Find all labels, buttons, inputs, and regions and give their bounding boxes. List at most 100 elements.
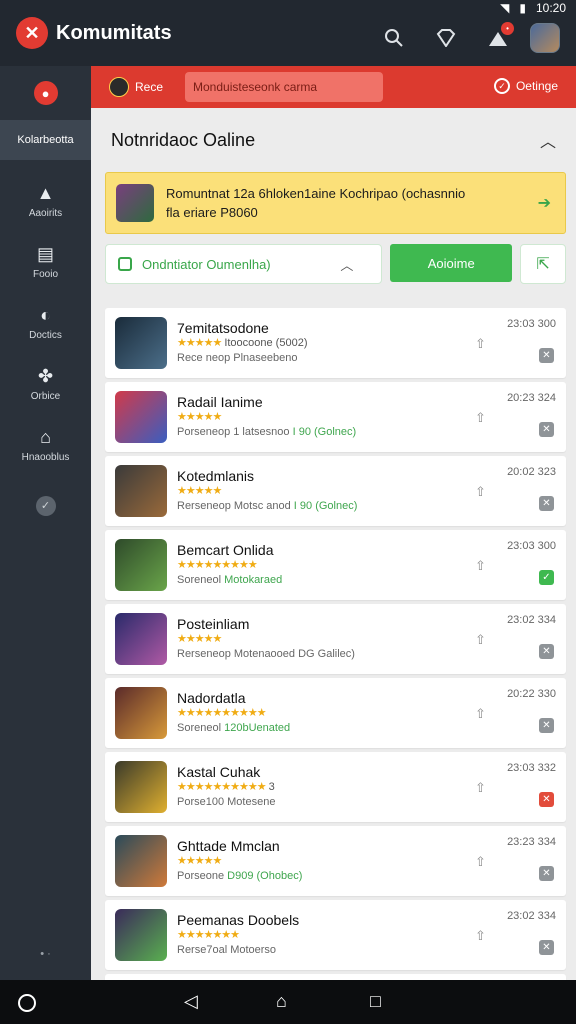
assistant-icon[interactable]: [18, 994, 36, 1012]
filter-select[interactable]: Ondntiator Oumenlha) ︿: [105, 244, 383, 284]
list-item[interactable]: Posteinliam ★★★★★ Rerseneop Motenaooed D…: [105, 604, 566, 674]
sidebar-item-videos[interactable]: ▤ Fooio: [0, 231, 91, 292]
game-info: Nadordatla ★★★★★★★★★★ Soreneol 120bUenat…: [177, 690, 437, 736]
game-sub-highlight: 120bUenated: [224, 722, 291, 734]
game-info: Radail Ianime ★★★★★ Porseneop 1 latsesno…: [177, 394, 437, 440]
bag-icon: ▲: [36, 182, 55, 203]
banner-search-input[interactable]: Monduisteseonk carma: [185, 72, 383, 102]
sidebar-item-orbice[interactable]: ✤ Orbice: [0, 353, 91, 414]
back-icon[interactable]: ◁: [184, 991, 198, 1012]
share-icon[interactable]: ⇧: [475, 410, 486, 426]
game-sub-text: Porse100 Motesene: [177, 796, 276, 808]
list-item[interactable]: Radail Ianime ★★★★★ Porseneop 1 latsesno…: [105, 382, 566, 452]
sidebar-item-label: Aaoirits: [28, 207, 63, 219]
gem-icon[interactable]: [426, 20, 466, 56]
row-action-button[interactable]: ✓: [539, 570, 554, 585]
app-logo-icon[interactable]: ✕: [16, 17, 48, 49]
game-thumbnail: [115, 391, 167, 443]
promo-line1: Romuntnat 12a 6hloken1aine Kochripao (oc…: [166, 186, 466, 201]
home-icon[interactable]: ⌂: [276, 991, 287, 1012]
arrow-right-icon[interactable]: ➔: [538, 193, 551, 213]
sidebar-item-more[interactable]: ✓: [0, 475, 91, 536]
section-header[interactable]: Notnridaoc Oaline ︿: [91, 108, 576, 172]
wifi-icon: ◥: [500, 1, 510, 15]
game-info: Ghttade Mmclan ★★★★★ Porseone D909 (Ohob…: [177, 838, 437, 884]
search-icon[interactable]: [374, 20, 414, 56]
list-item[interactable]: 7emitatsodone ★★★★★ Itoocoone (5002) Rece…: [105, 308, 566, 378]
sidebar-item-docs[interactable]: ◐ Doctics: [0, 292, 91, 353]
sidebar-logo[interactable]: ●: [0, 66, 91, 120]
sidebar-item-house[interactable]: ⌂ Hnaooblus: [0, 414, 91, 475]
share-icon[interactable]: ⇧: [475, 632, 486, 648]
list-item[interactable]: Kastal Cuhak ★★★★★★★★★★ 3 Porse100 Motese…: [105, 752, 566, 822]
game-info: Bemcart Onlida ★★★★★★★★★ Soreneol Motoka…: [177, 542, 437, 588]
share-icon[interactable]: ⇧: [475, 558, 486, 574]
promo-banner[interactable]: Romuntnat 12a 6hloken1aine Kochripao (oc…: [105, 172, 566, 234]
game-time: 23:03 300: [507, 318, 556, 330]
list-item[interactable]: Peemanas Doobels ★★★★★★★ Rerse7oal Motoe…: [105, 900, 566, 970]
gem-icon: ◐: [40, 304, 51, 325]
chevron-up-icon[interactable]: ︿: [540, 128, 556, 152]
game-time: 23:03 332: [507, 762, 556, 774]
stars: ★★★★★: [177, 485, 222, 497]
game-sub-text: Rerse7oal Motoerso: [177, 944, 277, 956]
export-button[interactable]: ⇱: [520, 244, 566, 284]
game-sub-text: Porseone: [177, 870, 225, 882]
stars: ★★★★★★★: [177, 929, 240, 941]
notifications-icon[interactable]: •: [478, 20, 518, 56]
banner-settings-button[interactable]: ✓ Oetinge: [493, 78, 558, 94]
badge-icon: ✓: [35, 495, 56, 516]
sidebar-item-label: Fooio: [32, 268, 58, 280]
app-bar-actions: •: [374, 20, 576, 56]
row-action-button[interactable]: ✕: [539, 940, 554, 955]
top-banner: Rece Monduisteseonk carma ✓ Oetinge: [91, 66, 576, 108]
game-title: Ghttade Mmclan: [177, 838, 280, 854]
row-action-button[interactable]: ✕: [539, 422, 554, 437]
list-item[interactable]: Kotedmlanis ★★★★★ Rerseneop Motsc anod I…: [105, 456, 566, 526]
game-sub-text: Rece neop Plnaseebeno: [177, 352, 298, 364]
game-subtitle: Rerse7oal Motoerso: [177, 942, 437, 958]
row-action-button[interactable]: ✕: [539, 792, 554, 807]
list-item[interactable]: Ghttade Mmclan ★★★★★ Porseone D909 (Ohob…: [105, 826, 566, 896]
share-icon[interactable]: ⇧: [475, 780, 486, 796]
status-bar: ◥ ▮ 10:20: [0, 0, 576, 16]
share-icon[interactable]: ⇧: [475, 928, 486, 944]
puzzle-icon: ✤: [37, 365, 54, 386]
game-time: 23:02 334: [507, 614, 556, 626]
sidebar-item-store[interactable]: ▲ Aaoirits: [0, 170, 91, 231]
game-sub-text: Porseneop 1 latsesnoo: [177, 426, 290, 438]
sidebar-item-home[interactable]: Kolarbeotta: [0, 120, 91, 160]
share-icon[interactable]: ⇧: [475, 706, 486, 722]
rating-stars: ★★★★★ Itoocoone (5002): [177, 336, 437, 350]
stars: ★★★★★★★★★: [177, 559, 258, 571]
row-action-button[interactable]: ✕: [539, 866, 554, 881]
row-action-button[interactable]: ✕: [539, 496, 554, 511]
list-item[interactable]: Nadordatla ★★★★★★★★★★ Soreneol 120bUenat…: [105, 678, 566, 748]
apply-button[interactable]: Aoioime: [390, 244, 513, 282]
sidebar-item-label: Doctics: [29, 329, 62, 341]
main-content: Notnridaoc Oaline ︿ Romuntnat 12a 6hloke…: [91, 108, 576, 980]
game-info: 7emitatsodone ★★★★★ Itoocoone (5002) Rece…: [177, 320, 437, 366]
game-thumbnail: [115, 687, 167, 739]
game-subtitle: Porseneop 1 latsesnoo I 90 (Golnec): [177, 424, 437, 440]
game-time: 20:23 324: [507, 392, 556, 404]
share-icon[interactable]: ⇧: [475, 336, 486, 352]
promo-text: Romuntnat 12a 6hloken1aine Kochripao (oc…: [166, 184, 465, 222]
recents-icon[interactable]: □: [370, 991, 381, 1012]
list-item[interactable]: Bemcart Onlida ★★★★★★★★★ Soreneol Motoka…: [105, 530, 566, 600]
game-sub-text: Rerseneop Motenaooed DG Galilec): [177, 648, 355, 660]
avatar[interactable]: [530, 23, 560, 53]
game-time: 20:22 330: [507, 688, 556, 700]
row-action-button[interactable]: ✕: [539, 644, 554, 659]
share-icon[interactable]: ⇧: [475, 484, 486, 500]
game-sub-highlight: Motokaraed: [224, 574, 283, 586]
sidebar: ● Kolarbeotta ▲ Aaoirits ▤ Fooio ◐ Docti…: [0, 66, 91, 980]
game-thumbnail: [115, 613, 167, 665]
row-action-button[interactable]: ✕: [539, 348, 554, 363]
share-icon[interactable]: ⇧: [475, 854, 486, 870]
banner-avatar[interactable]: [109, 77, 129, 97]
game-list: 7emitatsodone ★★★★★ Itoocoone (5002) Rece…: [105, 308, 566, 980]
game-info: Peemanas Doobels ★★★★★★★ Rerse7oal Motoe…: [177, 912, 437, 958]
row-action-button[interactable]: ✕: [539, 718, 554, 733]
game-title: Nadordatla: [177, 690, 246, 706]
